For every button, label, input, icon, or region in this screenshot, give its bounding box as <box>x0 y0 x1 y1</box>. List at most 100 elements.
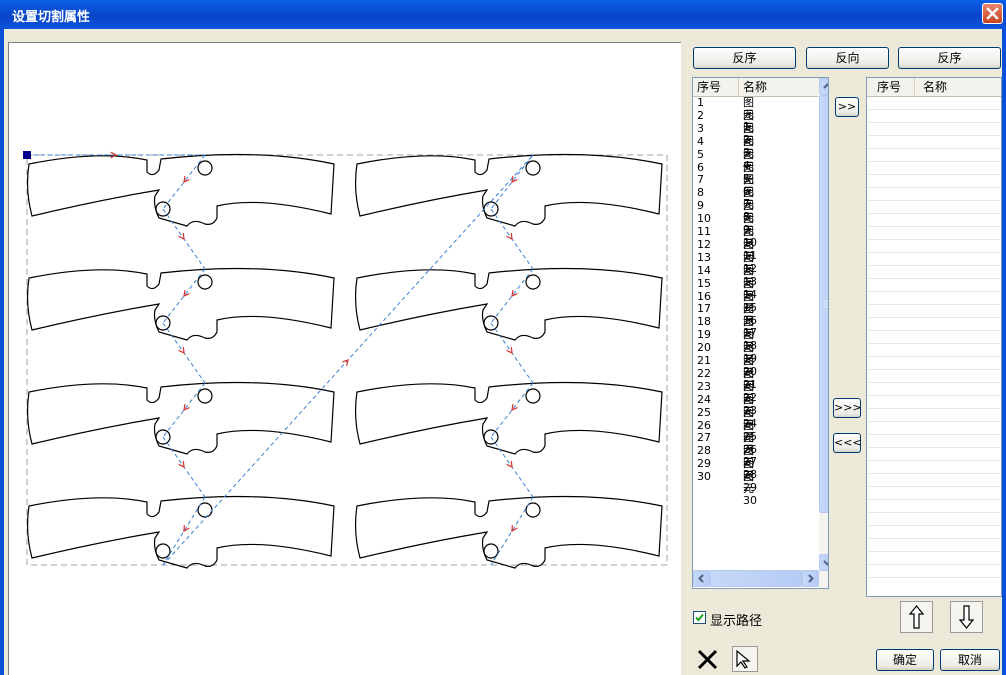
ok-button[interactable]: 确定 <box>876 649 934 671</box>
item-number: 4 <box>697 134 704 148</box>
item-number: 18 <box>697 315 711 329</box>
hole-top <box>525 274 541 290</box>
item-number: 17 <box>697 302 711 316</box>
clear-path-button[interactable] <box>695 646 721 672</box>
scroll-left-button[interactable] <box>693 570 710 587</box>
scroll-thumb[interactable] <box>819 95 828 513</box>
hole-bottom <box>155 543 171 559</box>
column-header-number[interactable]: 序号 <box>867 78 915 96</box>
item-number: 16 <box>697 289 711 303</box>
reverse-direction-button[interactable]: 反向 <box>806 47 889 69</box>
item-number: 10 <box>697 212 711 226</box>
checkmark-icon <box>695 613 704 622</box>
close-icon <box>986 7 999 20</box>
arrow-up-icon <box>908 605 925 629</box>
window-frame-left <box>0 29 4 675</box>
cancel-button[interactable]: 取消 <box>940 649 1000 671</box>
item-number: 23 <box>697 379 711 393</box>
select-icon <box>736 649 751 669</box>
chevron-up-icon <box>823 83 828 89</box>
path-direction-arrow <box>506 460 513 469</box>
preview-canvas[interactable] <box>8 42 681 675</box>
reverse-order-button-right[interactable]: 反序 <box>898 47 1001 69</box>
item-number: 9 <box>697 199 704 213</box>
arrow-down-icon <box>958 605 975 629</box>
item-number: 2 <box>697 108 704 122</box>
item-number: 13 <box>697 250 711 264</box>
list-header: 序号 名称 <box>867 78 1001 97</box>
add-all-button[interactable]: >>> <box>833 398 862 418</box>
title-bar: 设置切割属性 <box>0 0 1006 29</box>
chevron-left-icon <box>698 574 704 583</box>
x-icon <box>697 649 718 670</box>
scroll-down-button[interactable] <box>819 554 828 571</box>
add-selected-button[interactable]: >> <box>835 97 859 117</box>
path-direction-arrow <box>178 232 185 241</box>
part-shape <box>354 153 663 227</box>
move-down-button[interactable] <box>950 601 983 633</box>
show-path-label: 显示路径 <box>710 614 763 629</box>
path-direction-arrow <box>511 524 518 533</box>
path-direction-arrow <box>178 346 185 355</box>
scroll-right-button[interactable] <box>802 570 819 587</box>
column-header-name[interactable]: 名称 <box>739 78 819 96</box>
horizontal-scrollbar[interactable] <box>693 570 819 587</box>
item-number: 11 <box>697 225 711 238</box>
item-number: 22 <box>697 366 711 380</box>
path-direction-arrow <box>506 232 513 241</box>
item-number: 26 <box>697 418 711 432</box>
item-number: 27 <box>697 431 711 445</box>
item-number: 30 <box>697 470 711 484</box>
item-number: 29 <box>697 457 711 471</box>
list-grid <box>867 96 1001 588</box>
item-number: 12 <box>697 237 711 251</box>
part-shape <box>26 267 335 341</box>
list-header: 序号 名称 <box>693 78 819 97</box>
part-shape <box>354 381 663 455</box>
item-number: 15 <box>697 276 711 290</box>
part-shape <box>26 495 335 569</box>
element-list-right[interactable]: 序号 名称 <box>866 77 1002 597</box>
item-number: 5 <box>697 147 704 161</box>
part-shape <box>26 153 335 227</box>
horizontal-scroll-thumb[interactable] <box>710 570 802 587</box>
path-direction-arrow <box>183 524 190 533</box>
item-number: 14 <box>697 263 711 277</box>
path-direction-arrow <box>178 460 185 469</box>
item-number: 19 <box>697 328 711 342</box>
part-shape <box>354 267 663 341</box>
hole-top <box>525 160 541 176</box>
hole-bottom <box>483 543 499 559</box>
scroll-up-button[interactable] <box>819 78 828 95</box>
item-number: 20 <box>697 341 711 355</box>
item-number: 6 <box>697 160 704 174</box>
item-number: 1 <box>697 96 704 109</box>
item-number: 25 <box>697 405 711 419</box>
column-header-number[interactable]: 序号 <box>693 78 739 96</box>
column-header-name[interactable]: 名称 <box>915 78 1001 96</box>
item-number: 7 <box>697 173 704 187</box>
vertical-scrollbar[interactable] <box>819 78 828 588</box>
chevron-right-icon <box>808 574 814 583</box>
grip-icon <box>824 300 828 308</box>
hole-top <box>197 160 213 176</box>
remove-all-button[interactable]: <<< <box>833 433 862 453</box>
item-number: 21 <box>697 354 711 367</box>
cut-path-drawing <box>23 151 668 569</box>
hole-top <box>197 274 213 290</box>
close-button[interactable] <box>982 3 1003 24</box>
path-direction-arrow <box>506 346 513 355</box>
window-frame-right <box>1002 29 1006 675</box>
move-up-button[interactable] <box>900 601 933 633</box>
item-number: 3 <box>697 121 704 135</box>
chevron-down-icon <box>823 560 828 566</box>
hole-top <box>525 388 541 404</box>
start-point-marker <box>23 151 31 159</box>
item-number: 8 <box>697 186 704 200</box>
select-tool-button[interactable] <box>732 646 758 672</box>
reverse-order-button-left[interactable]: 反序 <box>693 47 796 69</box>
element-list-left[interactable]: 序号 名称 1 图元1 2 图元2 3 图元3 4 图元4 5 图元5 6 图元6 7 图元7 8 图元8 9 图… <box>692 77 829 589</box>
show-path-checkbox[interactable] <box>693 611 706 624</box>
window-title: 设置切割属性 <box>12 10 91 25</box>
item-number: 28 <box>697 444 711 458</box>
